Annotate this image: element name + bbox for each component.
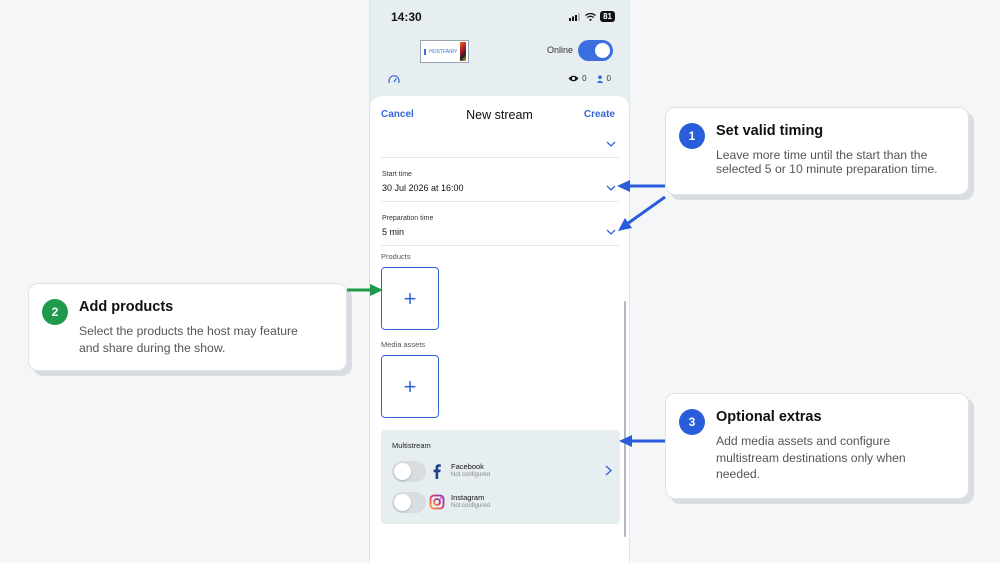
status-bar: 14:30 81 — [370, 0, 629, 34]
collapsed-field[interactable] — [381, 134, 619, 158]
facebook-toggle[interactable] — [392, 461, 426, 482]
status-time: 14:30 — [391, 10, 422, 24]
callout-body-line-2: and share during the show. — [79, 341, 226, 355]
callout-add-products: 2 Add products Select the products the h… — [28, 283, 347, 371]
instagram-name: Instagram — [451, 493, 485, 502]
logo-mark — [424, 48, 427, 55]
multistream-row-instagram[interactable]: Instagram Not configured — [392, 492, 612, 516]
person-icon — [596, 74, 603, 83]
wifi-icon — [585, 12, 596, 21]
create-button[interactable]: Create — [584, 109, 615, 120]
views-count: 0 — [582, 74, 587, 83]
callout-number-2: 2 — [42, 299, 68, 325]
preparation-time-value: 5 min — [382, 227, 405, 237]
logo-text: HOSTFAIRY — [429, 48, 458, 55]
chevron-down-icon — [606, 141, 616, 147]
callout-number-3: 3 — [679, 409, 705, 435]
callout-title: Optional extras — [716, 409, 822, 425]
multistream-row-facebook[interactable]: Facebook Not configured — [392, 461, 612, 485]
facebook-status: Not configured — [451, 472, 491, 478]
battery-indicator: 81 — [600, 11, 615, 22]
multistream-section: Multistream Facebook Not configured Inst… — [381, 430, 620, 524]
products-label: Products — [381, 252, 411, 261]
new-stream-sheet: Cancel New stream Create Start time 30 J… — [370, 96, 629, 563]
chevron-down-icon — [606, 185, 616, 191]
counters: 0 0 — [568, 74, 611, 83]
callout-body-line-2: multistream destinations only when — [716, 451, 906, 465]
speedometer-icon[interactable] — [388, 74, 400, 86]
preparation-time-field[interactable]: Preparation time 5 min — [381, 212, 619, 246]
callout-optional-extras: 3 Optional extras Add media assets and c… — [665, 393, 969, 499]
sheet-header: Cancel New stream Create — [370, 96, 629, 134]
online-label: Online — [547, 45, 574, 55]
facebook-name: Facebook — [451, 462, 484, 471]
media-assets-label: Media assets — [381, 340, 426, 349]
instagram-status: Not configured — [451, 503, 491, 509]
callout-body-line-1: Select the products the host may feature — [79, 324, 298, 338]
app-header: HOSTFAIRY Online 0 0 — [370, 34, 629, 96]
callout-body-line-2: selected 5 or 10 minute preparation time… — [716, 162, 938, 176]
callout-set-valid-timing: 1 Set valid timing Leave more time until… — [665, 107, 969, 195]
callout-number-1: 1 — [679, 123, 705, 149]
scrollbar[interactable] — [624, 301, 626, 537]
facebook-icon — [433, 464, 441, 479]
online-toggle[interactable] — [578, 40, 613, 61]
signal-icon — [569, 12, 581, 21]
add-product-button[interactable]: + — [381, 267, 439, 330]
chevron-down-icon — [606, 229, 616, 235]
multistream-title: Multistream — [392, 441, 431, 450]
chevron-right-icon[interactable] — [605, 465, 612, 476]
callout-title: Set valid timing — [716, 123, 824, 139]
preparation-time-label: Preparation time — [382, 215, 434, 222]
instagram-toggle[interactable] — [392, 492, 426, 513]
start-time-label: Start time — [382, 171, 412, 178]
add-media-asset-button[interactable]: + — [381, 355, 439, 418]
viewers-count: 0 — [606, 74, 611, 83]
callout-title: Add products — [79, 299, 174, 315]
instagram-icon — [429, 494, 445, 510]
phone-screen: 14:30 81 HOSTFAIRY Online 0 0 Cancel New… — [369, 0, 630, 563]
logo-image — [460, 42, 466, 61]
callout-body-line-3: needed. — [716, 467, 761, 481]
eye-icon — [568, 75, 579, 82]
callout-body-line-1: Add media assets and configure — [716, 434, 891, 448]
start-time-value: 30 Jul 2026 at 16:00 — [382, 183, 464, 193]
start-time-field[interactable]: Start time 30 Jul 2026 at 16:00 — [381, 168, 619, 202]
status-icons: 81 — [569, 11, 615, 22]
brand-logo: HOSTFAIRY — [420, 40, 469, 63]
